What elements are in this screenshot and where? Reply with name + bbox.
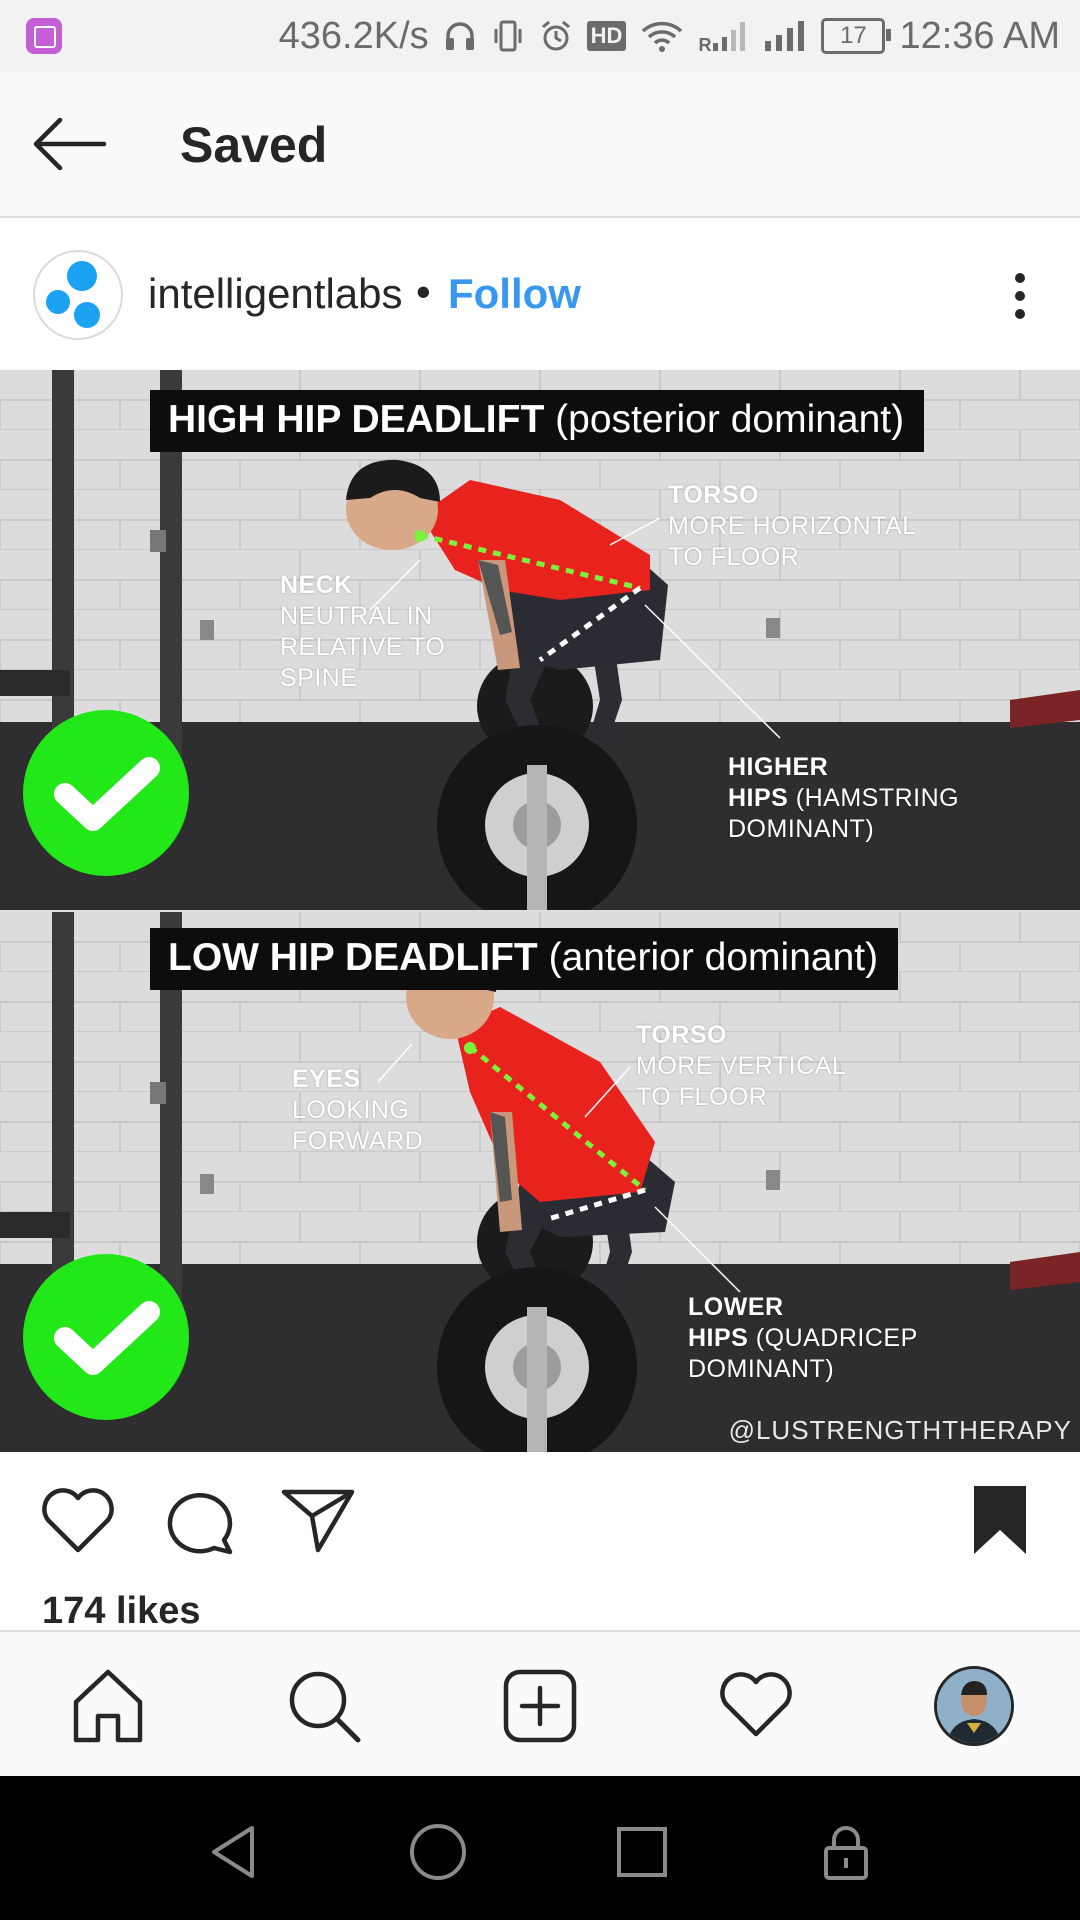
- separator-dot: •: [416, 268, 431, 315]
- annotation-heading: HIGHER: [728, 753, 829, 781]
- home-circle-icon: [410, 1824, 466, 1880]
- high-hip-panel: HIGH HIP DEADLIFT (posterior dominant) T…: [0, 370, 1080, 910]
- neck-annotation: NECK NEUTRAL IN RELATIVE TO SPINE: [280, 570, 445, 694]
- panel-title: HIGH HIP DEADLIFT (posterior dominant): [150, 390, 925, 452]
- annotation-line: DOMINANT): [728, 815, 875, 843]
- more-options-button[interactable]: [1000, 266, 1040, 326]
- annotation-line: RELATIVE TO: [280, 633, 446, 661]
- share-icon: [281, 1489, 355, 1553]
- status-indicators: 436.2K/s HD R 17 12:36 AM: [279, 0, 1060, 72]
- checkmark-icon: [54, 757, 160, 831]
- lock-icon: [824, 1826, 868, 1880]
- hips-annotation: LOWER HIPS (QUADRICEP DOMINANT): [688, 1292, 918, 1385]
- annotation-line: NEUTRAL IN: [280, 602, 433, 630]
- system-lock-button[interactable]: [816, 1822, 876, 1882]
- hips-annotation: HIGHER HIPS (HAMSTRING DOMINANT): [728, 752, 959, 845]
- checkmark-icon: [54, 1301, 160, 1375]
- headphones-icon: [443, 19, 477, 53]
- post-header: intelligentlabs • Follow: [0, 218, 1080, 370]
- annotation-heading: NECK: [280, 571, 353, 599]
- hd-badge: HD: [586, 21, 627, 51]
- post-image[interactable]: HIGH HIP DEADLIFT (posterior dominant) T…: [0, 370, 1080, 1452]
- back-arrow-icon: [33, 117, 107, 171]
- nav-search[interactable]: [284, 1666, 364, 1746]
- back-button[interactable]: [28, 112, 112, 176]
- annotation-line: FORWARD: [292, 1127, 424, 1155]
- panel-title-rest: (posterior dominant): [555, 398, 905, 441]
- add-post-icon: [503, 1669, 577, 1743]
- annotation-line: HIPS (HAMSTRING: [728, 784, 960, 812]
- top-app-bar: Saved: [0, 72, 1080, 218]
- activity-heart-icon: [720, 1672, 792, 1737]
- panel-title: LOW HIP DEADLIFT (anterior dominant): [150, 928, 899, 990]
- battery-level: 17: [840, 22, 867, 49]
- search-icon: [289, 1671, 361, 1743]
- nav-profile-avatar[interactable]: [934, 1666, 1014, 1746]
- nav-home[interactable]: [68, 1666, 148, 1746]
- vertical-dots-icon: [1015, 273, 1025, 319]
- profile-avatar: [937, 1669, 1011, 1743]
- nav-activity[interactable]: [716, 1666, 796, 1746]
- panel-title-rest: (anterior dominant): [548, 936, 879, 979]
- intelligentlabs-logo: [46, 261, 100, 328]
- torso-annotation: TORSO MORE VERTICAL TO FLOOR: [636, 1020, 846, 1113]
- annotation-heading: EYES: [292, 1065, 361, 1093]
- page-title: Saved: [180, 117, 328, 173]
- image-watermark: @LUSTRENGTHTHERAPY: [728, 1415, 1072, 1445]
- user-avatar[interactable]: [33, 250, 123, 340]
- wifi-icon: [640, 19, 684, 53]
- annotation-line: SPINE: [280, 664, 358, 692]
- panel-title-bold: HIGH HIP DEADLIFT: [168, 398, 545, 441]
- panel-title-bold: LOW HIP DEADLIFT: [168, 936, 538, 979]
- post-username[interactable]: intelligentlabs: [148, 270, 403, 318]
- recents-square-icon: [617, 1827, 667, 1877]
- checkmark-badge: [23, 1254, 189, 1420]
- annotation-heading: TORSO: [636, 1021, 727, 1049]
- like-button[interactable]: [40, 1486, 116, 1561]
- home-icon: [73, 1669, 143, 1743]
- bookmark-button[interactable]: [970, 1482, 1030, 1563]
- follow-button[interactable]: Follow: [448, 270, 581, 318]
- annotation-heading: LOWER: [688, 1293, 784, 1321]
- annotation-line: MORE HORIZONTAL: [668, 512, 917, 540]
- bottom-navigation: [0, 1630, 1080, 1778]
- system-back-button[interactable]: [204, 1822, 264, 1882]
- system-navigation-bar: [0, 1776, 1080, 1920]
- network-speed: 436.2K/s: [278, 14, 429, 57]
- like-count[interactable]: 174 likes: [42, 1590, 200, 1633]
- eyes-annotation: EYES LOOKING FORWARD: [292, 1064, 423, 1157]
- comment-icon: [167, 1493, 233, 1555]
- annotation-line: LOOKING: [292, 1096, 410, 1124]
- alarm-icon: [539, 19, 573, 53]
- status-bar: 436.2K/s HD R 17 12:36 AM: [0, 0, 1080, 72]
- torso-annotation: TORSO MORE HORIZONTAL TO FLOOR: [668, 480, 917, 573]
- battery-icon: 17: [821, 18, 892, 54]
- annotation-line: TO FLOOR: [636, 1083, 768, 1111]
- annotation-line: TO FLOOR: [668, 543, 800, 571]
- post-action-bar: [0, 1452, 1080, 1582]
- annotation-line: DOMINANT): [688, 1355, 835, 1383]
- clock: 12:36 AM: [899, 14, 1060, 57]
- annotation-heading: TORSO: [668, 481, 759, 509]
- bookmark-icon: [974, 1486, 1026, 1554]
- annotation-line: MORE VERTICAL: [636, 1052, 847, 1080]
- annotation-line: HIPS (QUADRICEP: [688, 1324, 918, 1352]
- share-button[interactable]: [280, 1486, 356, 1561]
- low-hip-panel: LOW HIP DEADLIFT (anterior dominant) TOR…: [0, 912, 1080, 1452]
- signal-icon: [763, 19, 807, 53]
- comment-button[interactable]: [160, 1486, 236, 1561]
- vibrate-icon: [491, 19, 525, 53]
- nav-new-post[interactable]: [500, 1666, 580, 1746]
- system-home-button[interactable]: [408, 1822, 468, 1882]
- gallery-icon: [26, 18, 62, 54]
- checkmark-badge: [23, 710, 189, 876]
- back-triangle-icon: [212, 1826, 254, 1878]
- roaming-signal-icon: R: [698, 17, 749, 56]
- heart-icon: [42, 1488, 114, 1553]
- system-recents-button[interactable]: [612, 1822, 672, 1882]
